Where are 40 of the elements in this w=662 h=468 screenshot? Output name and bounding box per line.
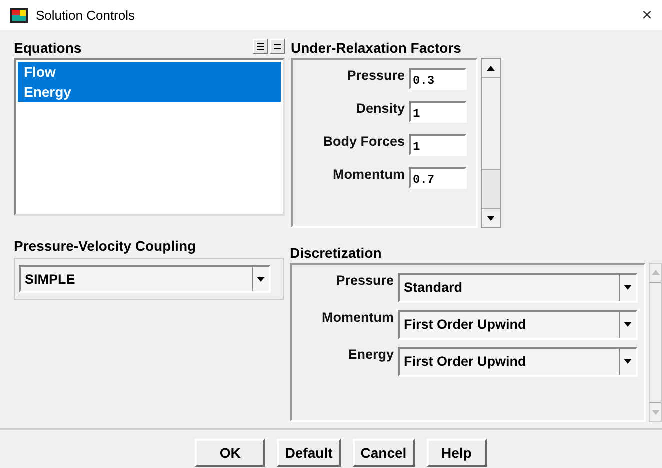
- input-field[interactable]: 1: [409, 134, 467, 156]
- scrollbar[interactable]: [481, 58, 501, 228]
- field-label: Body Forces: [323, 134, 405, 149]
- window-title: Solution Controls: [36, 8, 136, 22]
- field-label: Pressure: [336, 272, 394, 288]
- app-icon: [10, 8, 28, 22]
- equals-icon: [273, 42, 282, 51]
- field-label: Momentum: [322, 310, 394, 325]
- caret-icon: [624, 322, 632, 328]
- input-field[interactable]: 1: [409, 101, 467, 123]
- caret-icon: [624, 359, 632, 364]
- field-label: Pressure: [347, 68, 405, 83]
- scroll-down-icon[interactable]: [487, 216, 495, 220]
- input-field[interactable]: 0.3: [409, 68, 467, 90]
- coupling-dropdown[interactable]: SIMPLE: [19, 265, 271, 293]
- select-all-button[interactable]: [253, 39, 268, 54]
- close-button[interactable]: ×: [642, 4, 662, 26]
- field-label: Energy: [348, 346, 394, 362]
- list-item[interactable]: Energy: [18, 82, 281, 102]
- scheme-dropdown[interactable]: Standard: [398, 272, 638, 303]
- caret-icon: [257, 276, 265, 282]
- field-label: Density: [356, 101, 405, 116]
- scheme-dropdown[interactable]: First Order Upwind: [398, 310, 638, 340]
- dialog-button[interactable]: OK: [195, 439, 266, 467]
- scroll-thumb[interactable]: [482, 169, 500, 208]
- list-item[interactable]: Flow: [18, 62, 281, 82]
- scheme-dropdown[interactable]: First Order Upwind: [398, 346, 638, 377]
- deselect-all-button[interactable]: [270, 39, 285, 54]
- caret-icon: [624, 285, 632, 290]
- section-label: Pressure-Velocity Coupling: [14, 238, 196, 254]
- lines-icon: [256, 42, 265, 51]
- section-label: Equations: [14, 40, 82, 56]
- dialog-button[interactable]: Cancel: [352, 439, 415, 467]
- dialog-button[interactable]: Help: [426, 439, 487, 467]
- input-field[interactable]: 0.7: [409, 167, 467, 189]
- scroll-up-icon[interactable]: [487, 66, 495, 70]
- section-label: Discretization: [290, 244, 382, 261]
- dialog-button[interactable]: Default: [277, 439, 341, 467]
- section-label: Under-Relaxation Factors: [291, 40, 462, 56]
- field-label: Momentum: [333, 167, 405, 182]
